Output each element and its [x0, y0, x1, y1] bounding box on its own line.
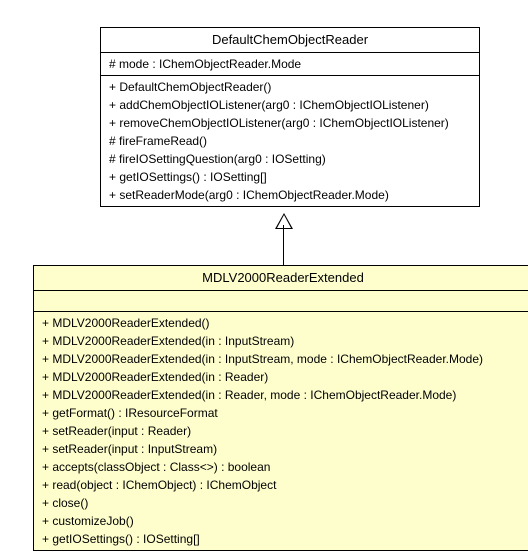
method-line: # fireFrameRead() — [109, 132, 471, 150]
class-methods-section: + DefaultChemObjectReader() + addChemObj… — [101, 76, 479, 206]
class-attributes-section — [34, 291, 528, 312]
method-line: + close() — [42, 494, 524, 512]
uml-diagram: DefaultChemObjectReader # mode : IChemOb… — [20, 20, 528, 532]
method-line: + removeChemObjectIOListener(arg0 : IChe… — [109, 114, 471, 132]
method-line: + MDLV2000ReaderExtended(in : Reader) — [42, 368, 524, 386]
method-line: + DefaultChemObjectReader() — [109, 78, 471, 96]
class-box-child: MDLV2000ReaderExtended + MDLV2000ReaderE… — [33, 265, 528, 551]
inheritance-arrow-icon — [275, 213, 293, 229]
method-line: + setReaderMode(arg0 : IChemObjectReader… — [109, 186, 471, 204]
class-title: MDLV2000ReaderExtended — [34, 266, 528, 291]
class-box-parent: DefaultChemObjectReader # mode : IChemOb… — [100, 27, 480, 207]
method-line: + customizeJob() — [42, 512, 524, 530]
method-line: + MDLV2000ReaderExtended(in : InputStrea… — [42, 332, 524, 350]
class-attributes-section: # mode : IChemObjectReader.Mode — [101, 53, 479, 76]
method-line: + getIOSettings() : IOSetting[] — [109, 168, 471, 186]
method-line: + MDLV2000ReaderExtended(in : InputStrea… — [42, 350, 524, 368]
class-title: DefaultChemObjectReader — [101, 28, 479, 53]
inheritance-connector — [283, 225, 284, 265]
attribute-line: # mode : IChemObjectReader.Mode — [109, 55, 471, 73]
method-line: + getIOSettings() : IOSetting[] — [42, 530, 524, 548]
method-line: + accepts(classObject : Class<>) : boole… — [42, 458, 524, 476]
method-line: # fireIOSettingQuestion(arg0 : IOSetting… — [109, 150, 471, 168]
method-line: + MDLV2000ReaderExtended(in : Reader, mo… — [42, 386, 524, 404]
class-methods-section: + MDLV2000ReaderExtended() + MDLV2000Rea… — [34, 312, 528, 550]
method-line: + setReader(input : Reader) — [42, 422, 524, 440]
method-line: + addChemObjectIOListener(arg0 : IChemOb… — [109, 96, 471, 114]
method-line: + getFormat() : IResourceFormat — [42, 404, 524, 422]
method-line: + setReader(input : InputStream) — [42, 440, 524, 458]
method-line: + read(object : IChemObject) : IChemObje… — [42, 476, 524, 494]
method-line: + MDLV2000ReaderExtended() — [42, 314, 524, 332]
